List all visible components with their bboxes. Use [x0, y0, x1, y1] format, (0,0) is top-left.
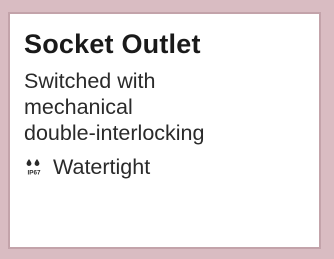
feature-label: Watertight	[53, 155, 151, 179]
description-line: double-interlocking	[24, 121, 205, 145]
ip67-water-drops-icon: IP67	[26, 159, 41, 177]
page-background: Socket Outlet Switched with mechanical d…	[0, 0, 334, 259]
description-line: Switched with	[24, 69, 156, 93]
card-title: Socket Outlet	[24, 29, 201, 59]
card-description: Switched with mechanical double-interloc…	[24, 68, 305, 146]
product-feature-card: Socket Outlet Switched with mechanical d…	[8, 12, 321, 249]
watertight-feature: IP67 Watertight	[24, 154, 305, 180]
description-line: mechanical	[24, 95, 133, 119]
ip-rating-text: IP67	[28, 170, 41, 177]
